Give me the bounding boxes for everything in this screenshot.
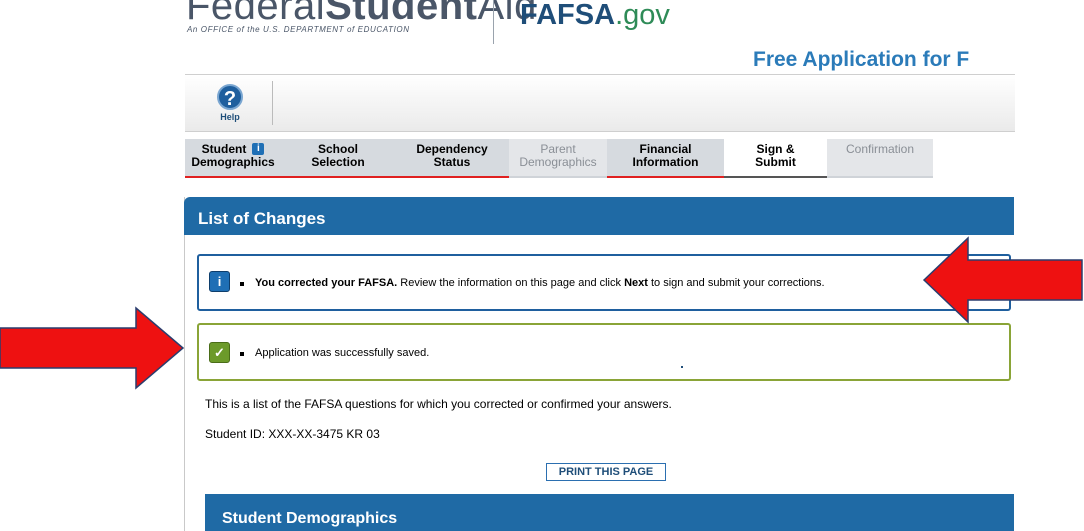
logo-student: Student (325, 0, 478, 28)
fafsa-gov-suffix: .gov (615, 0, 670, 31)
tab-label: Confirmation (845, 142, 915, 156)
tab-student-demographics[interactable]: Student i Demographics (185, 139, 281, 178)
help-button[interactable]: ? Help (200, 84, 260, 128)
toolbar-separator (272, 81, 273, 125)
federal-student-aid-logo[interactable]: FederalStudentAid (186, 0, 537, 26)
logo-subtitle: An OFFICE of the U.S. DEPARTMENT of EDUC… (187, 25, 410, 34)
tab-parent-demographics: Parent Demographics (509, 139, 607, 178)
tab-confirmation: Confirmation (827, 139, 933, 178)
tab-label: Selection (311, 155, 365, 169)
success-message: ✓ Application was successfully saved. (197, 323, 1011, 381)
section-student-demographics: Student Demographics (205, 494, 1014, 531)
tab-financial-information[interactable]: Financial Information (607, 139, 724, 178)
student-id: Student ID: XXX-XX-3475 KR 03 (205, 427, 380, 441)
fafsa-brand: FAFSA (520, 0, 616, 31)
help-icon: ? (217, 84, 243, 110)
fafsa-gov-logo[interactable]: FAFSA.gov (520, 0, 670, 32)
tab-school-selection[interactable]: School Selection (281, 139, 395, 178)
info-message-bold: You corrected your FAFSA. (255, 277, 398, 289)
info-message-part2: to sign and submit your corrections. (647, 277, 825, 289)
tab-label: Student (201, 142, 247, 156)
tab-label: Status (433, 155, 471, 169)
info-icon: i (209, 271, 230, 292)
help-label: Help (220, 112, 240, 122)
tab-label: Submit (755, 155, 796, 169)
header-divider (493, 0, 494, 44)
checkmark-icon: ✓ (209, 342, 230, 363)
description-text: This is a list of the FAFSA questions fo… (205, 397, 672, 411)
tab-label: Information (632, 155, 699, 169)
page-title: List of Changes (184, 197, 1014, 235)
bullet (240, 282, 244, 286)
print-page-button[interactable]: PRINT THIS PAGE (546, 463, 666, 481)
success-message-text: Application was successfully saved. (255, 347, 430, 359)
toolbar (185, 74, 1015, 132)
info-message-next: Next (624, 277, 648, 289)
logo-federal: Federal (186, 0, 326, 28)
arrow-left-icon (922, 236, 1083, 324)
stray-dot (681, 366, 683, 368)
bullet (240, 352, 244, 356)
info-message: i You corrected your FAFSA. Review the i… (197, 254, 1011, 311)
arrow-right-icon (0, 306, 185, 390)
info-message-part1: Review the information on this page and … (397, 277, 625, 289)
tab-label: Demographics (191, 155, 275, 169)
tab-sign-submit[interactable]: Sign & Submit (724, 139, 827, 178)
tab-label: Demographics (519, 155, 597, 169)
app-title: Free Application for F (753, 48, 970, 71)
info-message-text: You corrected your FAFSA. Review the inf… (255, 277, 825, 289)
tab-dependency-status[interactable]: Dependency Status (395, 139, 509, 178)
info-icon[interactable]: i (252, 143, 265, 155)
